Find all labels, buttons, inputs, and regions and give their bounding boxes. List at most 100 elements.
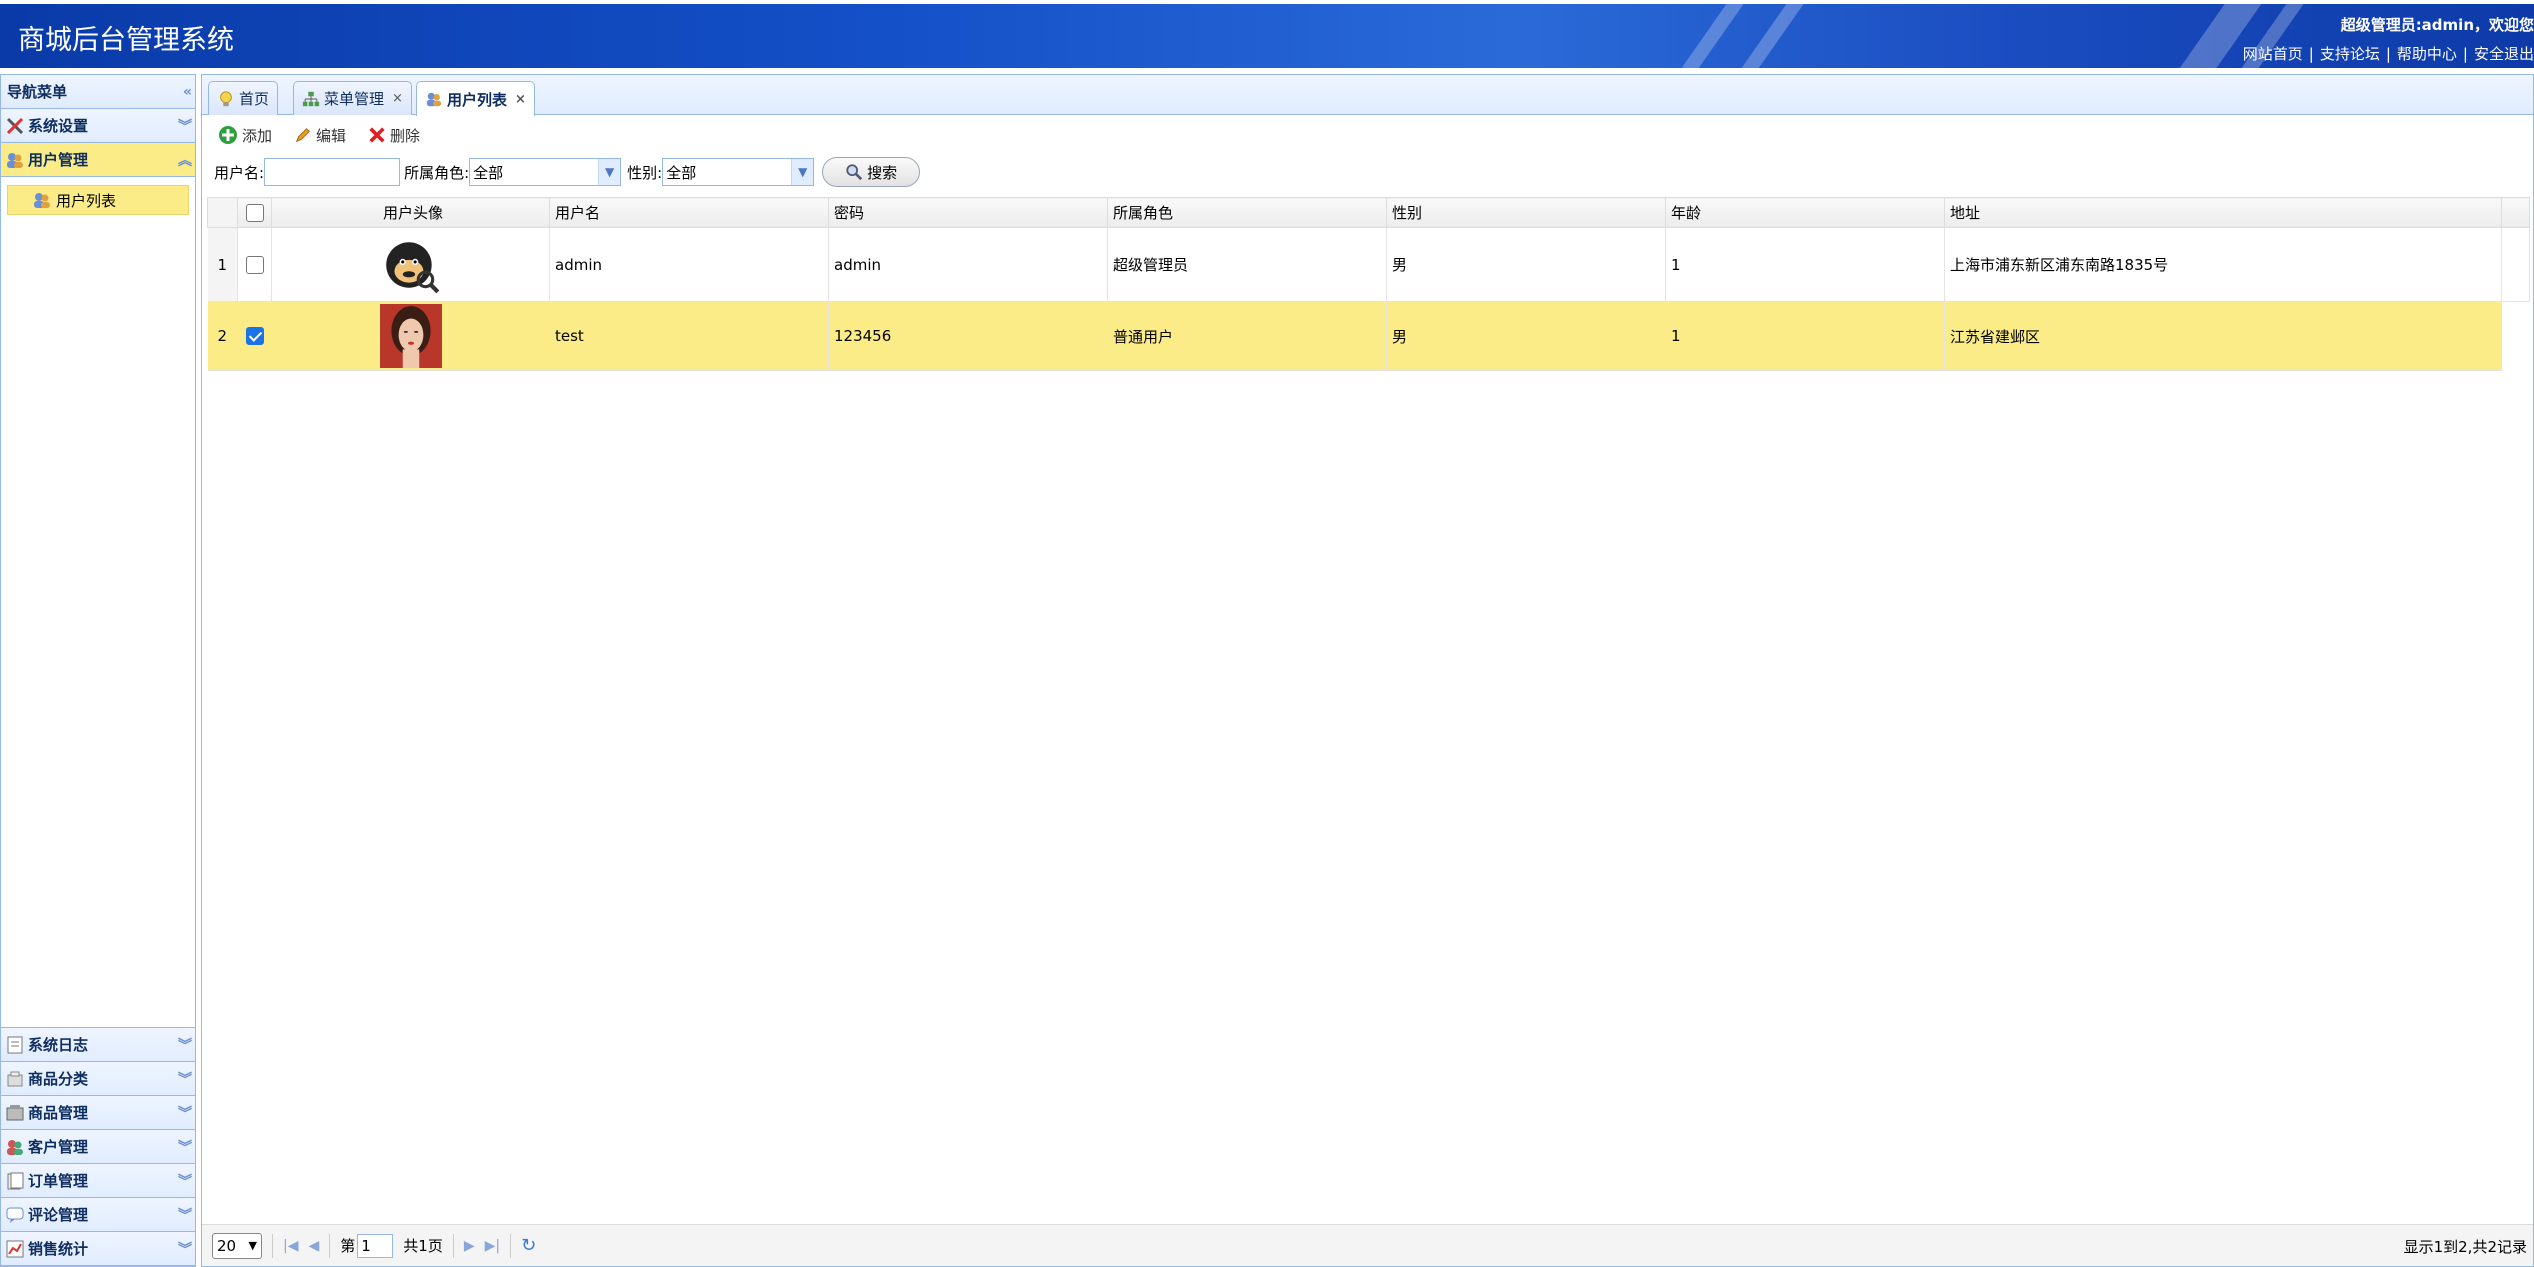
collapse-sidebar-icon[interactable]: « xyxy=(183,84,192,100)
page-size-value: 20 xyxy=(217,1236,237,1255)
column-header-avatar[interactable]: 用户头像 xyxy=(271,197,550,228)
close-tab-icon[interactable]: × xyxy=(515,92,526,107)
password-cell: 123456 xyxy=(828,301,1108,371)
sidebar-item-user-management[interactable]: 用户管理 ︽ xyxy=(1,143,195,177)
customer-icon xyxy=(7,1139,23,1155)
address-cell: 江苏省建邺区 xyxy=(1944,301,2502,371)
gender-filter-select[interactable]: 全部 ▼ xyxy=(662,158,815,186)
column-header-gender[interactable]: 性别 xyxy=(1386,197,1666,228)
prev-page-icon[interactable]: ◀ xyxy=(308,1238,319,1254)
column-header-age[interactable]: 年龄 xyxy=(1665,197,1945,228)
search-button[interactable]: 搜索 xyxy=(822,157,921,187)
refresh-icon[interactable]: ↻ xyxy=(521,1235,536,1256)
sidebar-header: 导航菜单 « xyxy=(1,75,195,109)
chevron-down-icon: ︾ xyxy=(178,1139,192,1156)
bulb-icon xyxy=(220,90,232,106)
link-forum[interactable]: 支持论坛 xyxy=(2320,45,2380,63)
users-icon xyxy=(34,193,50,208)
last-page-icon[interactable]: ▶| xyxy=(485,1238,500,1254)
table-row[interactable]: 2 test 123456 普通用户 男 1 江苏省建邺区 xyxy=(207,301,2530,371)
delete-button[interactable]: 删除 xyxy=(368,125,420,146)
gender-filter-value: 全部 xyxy=(666,163,697,182)
pager-info: 显示1到2,共2记录 xyxy=(2403,1238,2527,1256)
edit-button[interactable]: 编辑 xyxy=(294,125,346,146)
welcome-text: 超级管理员:admin，欢迎您 xyxy=(2340,16,2534,34)
page-total-label: 共1页 xyxy=(403,1237,443,1255)
sidebar-item-label: 商品管理 xyxy=(28,1104,89,1122)
sidebar-item-system-log[interactable]: 系统日志 ︾ xyxy=(1,1028,195,1062)
log-icon xyxy=(7,1036,23,1053)
sidebar-item-system-settings[interactable]: 系统设置 ︾ xyxy=(1,109,195,143)
table-row[interactable]: 1 admin admin 超级管理员 男 1 上海市浦东新区浦东南路1835号 xyxy=(207,227,2530,302)
sidebar-item-label: 销售统计 xyxy=(28,1240,89,1258)
link-help[interactable]: 帮助中心 xyxy=(2397,45,2457,63)
pagination-bar: 20 ▼ |◀ ◀ 第 1 共1页 ▶ ▶| ↻ 显示1到2,共2记录 xyxy=(202,1224,2533,1266)
next-page-icon[interactable]: ▶ xyxy=(464,1238,475,1254)
column-header-password[interactable]: 密码 xyxy=(828,197,1108,228)
row-number-header xyxy=(207,197,238,228)
category-icon xyxy=(7,1071,23,1086)
role-filter-select[interactable]: 全部 ▼ xyxy=(469,158,622,186)
role-cell: 普通用户 xyxy=(1107,301,1387,371)
age-cell: 1 xyxy=(1665,227,1945,302)
delete-x-icon xyxy=(369,127,385,143)
main-panel: 首页 菜单管理 × 用户列表 × 添加 编辑 删除 用户名: 所属角色: 全部 … xyxy=(201,74,2534,1267)
tools-icon xyxy=(6,117,24,134)
role-filter-value: 全部 xyxy=(473,163,504,182)
sidebar-collapsed-sections: 系统日志 ︾ 商品分类 ︾ 商品管理 ︾ 客户管理 ︾ 订单管理 ︾ 评论管理 … xyxy=(1,1027,195,1266)
sidebar-item-comment-management[interactable]: 评论管理 ︾ xyxy=(1,1198,195,1232)
chevron-down-icon: ▼ xyxy=(791,159,814,185)
sidebar-item-sales-stats[interactable]: 销售统计 ︾ xyxy=(1,1232,195,1266)
column-header-role[interactable]: 所属角色 xyxy=(1107,197,1387,228)
chevron-down-icon: ︾ xyxy=(178,1071,192,1088)
select-all-checkbox[interactable] xyxy=(237,197,272,228)
tab-label: 首页 xyxy=(239,90,270,108)
username-cell: admin xyxy=(549,227,829,302)
users-icon xyxy=(7,152,23,168)
row-number: 2 xyxy=(207,301,238,371)
role-filter-label: 所属角色: xyxy=(404,163,470,182)
password-cell: admin xyxy=(828,227,1108,302)
link-logout[interactable]: 安全退出 xyxy=(2474,45,2534,63)
tab-user-list[interactable]: 用户列表 × xyxy=(416,81,535,116)
gorilla-avatar xyxy=(385,241,439,293)
user-grid: 用户头像 用户名 密码 所属角色 性别 年龄 地址 1 admin admin … xyxy=(207,197,2530,371)
chevron-down-icon: ︾ xyxy=(178,118,192,135)
header-user-area: 超级管理员:admin，欢迎您 网站首页 | 支持论坛 | 帮助中心 | 安全退出 xyxy=(2243,14,2534,64)
chevron-up-icon: ︽ xyxy=(178,152,192,169)
page-size-select[interactable]: 20 ▼ xyxy=(212,1232,262,1259)
chevron-down-icon: ▼ xyxy=(598,159,621,185)
sidebar-item-product-category[interactable]: 商品分类 ︾ xyxy=(1,1062,195,1096)
first-page-icon[interactable]: |◀ xyxy=(283,1238,298,1254)
tab-home[interactable]: 首页 xyxy=(208,81,279,115)
username-cell: test xyxy=(549,301,829,371)
sidebar-item-order-management[interactable]: 订单管理 ︾ xyxy=(1,1164,195,1198)
sidebar-item-label: 系统日志 xyxy=(28,1036,89,1054)
tab-menu-management[interactable]: 菜单管理 × xyxy=(293,81,412,115)
gender-cell: 男 xyxy=(1386,227,1666,302)
sidebar-item-label: 用户管理 xyxy=(28,151,89,169)
add-button[interactable]: 添加 xyxy=(218,125,272,146)
tab-label: 用户列表 xyxy=(447,90,508,109)
close-tab-icon[interactable]: × xyxy=(392,91,403,106)
toolbar: 添加 编辑 删除 xyxy=(202,115,2533,155)
sidebar-item-customer-management[interactable]: 客户管理 ︾ xyxy=(1,1130,195,1164)
sidebar-item-product-management[interactable]: 商品管理 ︾ xyxy=(1,1096,195,1130)
column-header-username[interactable]: 用户名 xyxy=(549,197,829,228)
row-checkbox[interactable] xyxy=(237,227,272,302)
role-cell: 超级管理员 xyxy=(1107,227,1387,302)
chevron-down-icon: ▼ xyxy=(248,1239,257,1252)
username-filter-input[interactable] xyxy=(264,158,401,186)
submenu-list: 用户列表 xyxy=(1,177,195,1070)
gender-filter-label: 性别: xyxy=(627,163,663,182)
column-header-spacer xyxy=(2501,197,2530,228)
search-label: 搜索 xyxy=(867,163,898,182)
submenu-item-label: 用户列表 xyxy=(56,191,117,210)
filter-bar: 用户名: 所属角色: 全部 ▼ 性别: 全部 ▼ 搜索 xyxy=(202,155,2533,189)
users-icon xyxy=(426,92,442,107)
page-number-input[interactable]: 1 xyxy=(357,1233,394,1258)
link-site-home[interactable]: 网站首页 xyxy=(2243,45,2303,63)
submenu-item-user-list[interactable]: 用户列表 xyxy=(7,185,189,215)
column-header-address[interactable]: 地址 xyxy=(1944,197,2502,228)
row-checkbox[interactable] xyxy=(237,301,272,371)
